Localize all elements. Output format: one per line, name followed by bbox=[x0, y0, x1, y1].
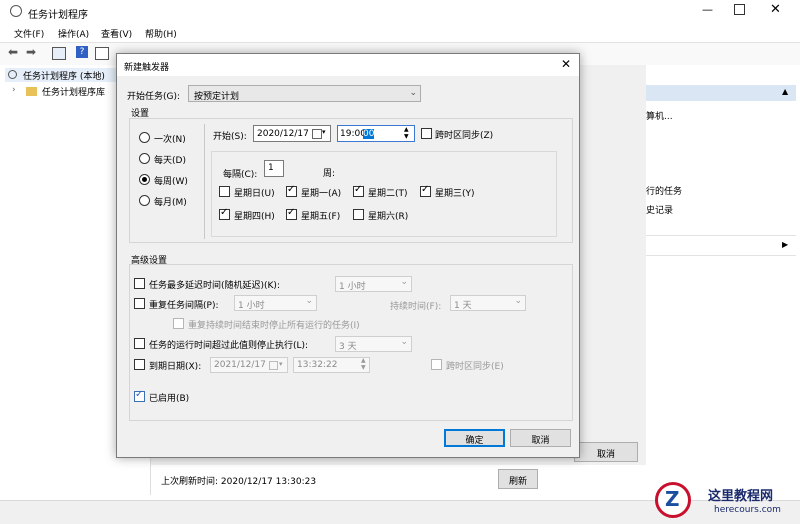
checkbox bbox=[421, 128, 432, 139]
spin-up-icon[interactable]: ▲ bbox=[404, 126, 409, 133]
new-trigger-dialog: 新建触发器 ✕ 开始任务(G): 按预定计划 ⌄ 设置 一次(N) 每天(D) … bbox=[116, 53, 580, 458]
clock-icon bbox=[10, 5, 22, 17]
divider bbox=[646, 255, 796, 256]
checkbox bbox=[431, 359, 442, 370]
begin-task-select[interactable]: 按预定计划 ⌄ bbox=[188, 85, 421, 102]
action-item[interactable]: 算机... bbox=[646, 109, 673, 122]
tree-item-library[interactable]: 任务计划程序库 bbox=[42, 85, 105, 98]
expire-time-input[interactable]: 13:32:22 ▲ ▼ bbox=[293, 357, 370, 373]
radio bbox=[139, 153, 150, 164]
last-refresh-text: 上次刷新时间: 2020/12/17 13:30:23 bbox=[161, 477, 317, 487]
tree-item-label: 任务计划程序 (本地) bbox=[23, 72, 105, 82]
help-icon[interactable]: ? bbox=[76, 46, 88, 58]
checkbox bbox=[134, 359, 145, 370]
menu-bar: 文件(F) 操作(A) 查看(V) 帮助(H) bbox=[0, 24, 800, 42]
pane-icon[interactable] bbox=[95, 47, 109, 60]
back-icon[interactable]: ⬅ bbox=[8, 45, 18, 59]
chevron-right-icon[interactable]: ▶ bbox=[782, 240, 788, 249]
spin-down-icon[interactable]: ▼ bbox=[361, 364, 366, 371]
duration-label: 持续时间(F): bbox=[390, 302, 442, 312]
chevron-down-icon: ⌄ bbox=[400, 337, 408, 347]
chevron-down-icon: ▾ bbox=[322, 128, 326, 136]
divider bbox=[204, 124, 205, 239]
spin-down-icon[interactable]: ▼ bbox=[404, 133, 409, 140]
action-item[interactable]: 史记录 bbox=[646, 203, 673, 216]
title-bar: 任务计划程序 — ✕ bbox=[0, 0, 800, 24]
chevron-right-icon[interactable]: › bbox=[12, 85, 16, 95]
chevron-down-icon: ⌄ bbox=[409, 88, 417, 98]
checkbox bbox=[134, 389, 145, 402]
background-cancel-button[interactable]: 取消 bbox=[574, 442, 638, 462]
expire-date-picker[interactable]: 2021/12/17 ▾ bbox=[210, 357, 288, 373]
spin-up-icon[interactable]: ▲ bbox=[361, 357, 366, 364]
forward-icon[interactable]: ➡ bbox=[26, 45, 36, 59]
checkbox bbox=[134, 278, 145, 289]
ok-button[interactable]: 确定 bbox=[444, 429, 505, 447]
radio bbox=[139, 132, 150, 143]
menu-file[interactable]: 文件(F) bbox=[14, 27, 44, 40]
checkbox bbox=[219, 186, 230, 197]
every-input[interactable]: 1 bbox=[264, 160, 284, 177]
folder-icon bbox=[26, 87, 37, 96]
chevron-down-icon: ▾ bbox=[279, 360, 283, 368]
action-header: ▲ bbox=[646, 85, 796, 101]
radio bbox=[139, 195, 150, 206]
start-date-picker[interactable]: 2020/12/17 ▾ bbox=[253, 125, 331, 142]
dialog-title: 新建触发器 bbox=[124, 63, 170, 73]
minimize-icon[interactable]: — bbox=[702, 3, 713, 16]
cancel-button[interactable]: 取消 bbox=[510, 429, 571, 447]
clock-icon bbox=[8, 70, 17, 79]
dialog-title-bar: 新建触发器 ✕ bbox=[117, 54, 579, 76]
checkbox bbox=[134, 298, 145, 309]
maximize-icon[interactable] bbox=[734, 4, 745, 15]
delay-select[interactable]: 1 小时 ⌄ bbox=[335, 276, 412, 292]
watermark-site: 这里教程网 bbox=[708, 489, 774, 504]
status-strip: 上次刷新时间: 2020/12/17 13:30:23 刷新 bbox=[151, 465, 646, 495]
window-title: 任务计划程序 bbox=[28, 10, 88, 21]
menu-view[interactable]: 查看(V) bbox=[101, 27, 132, 40]
start-time-selected: 00 bbox=[363, 129, 375, 139]
begin-task-label: 开始任务(G): bbox=[127, 92, 181, 102]
divider bbox=[646, 235, 796, 236]
checkbox bbox=[353, 184, 364, 197]
calendar-icon bbox=[312, 129, 322, 139]
close-icon[interactable]: ✕ bbox=[561, 57, 571, 71]
chevron-up-icon[interactable]: ▲ bbox=[782, 87, 788, 96]
checkbox bbox=[286, 184, 297, 197]
chevron-down-icon: ⌄ bbox=[514, 296, 522, 306]
checkbox bbox=[173, 318, 184, 329]
checkbox bbox=[420, 184, 431, 197]
start-time-input[interactable]: 19:00: 00 ▲ ▼ bbox=[337, 125, 415, 142]
stop-longer-select[interactable]: 3 天 ⌄ bbox=[335, 336, 412, 352]
menu-help[interactable]: 帮助(H) bbox=[145, 27, 177, 40]
start-label: 开始(S): bbox=[213, 132, 247, 142]
calendar-icon bbox=[269, 361, 278, 370]
console-tree-icon[interactable] bbox=[52, 47, 66, 60]
menu-action[interactable]: 操作(A) bbox=[58, 27, 89, 40]
checkbox bbox=[353, 209, 364, 220]
watermark: Z 这里教程网 herecours.com bbox=[650, 478, 800, 523]
action-item[interactable]: 行的任务 bbox=[646, 184, 682, 197]
checkbox bbox=[134, 338, 145, 349]
action-pane: ▲ 算机... 行的任务 史记录 ▶ bbox=[646, 65, 800, 495]
watermark-logo: Z bbox=[655, 482, 691, 518]
close-icon[interactable]: ✕ bbox=[770, 2, 781, 17]
chevron-down-icon: ⌄ bbox=[305, 296, 313, 306]
radio bbox=[139, 174, 150, 185]
week-unit-label: 周: bbox=[323, 169, 336, 179]
duration-select[interactable]: 1 天 ⌄ bbox=[450, 295, 526, 311]
repeat-select[interactable]: 1 小时 ⌄ bbox=[234, 295, 317, 311]
chevron-down-icon: ⌄ bbox=[400, 277, 408, 287]
watermark-url: herecours.com bbox=[714, 505, 781, 515]
refresh-button[interactable]: 刷新 bbox=[498, 469, 538, 489]
checkbox bbox=[286, 207, 297, 220]
every-label: 每隔(C): bbox=[223, 170, 258, 180]
checkbox bbox=[219, 207, 230, 220]
